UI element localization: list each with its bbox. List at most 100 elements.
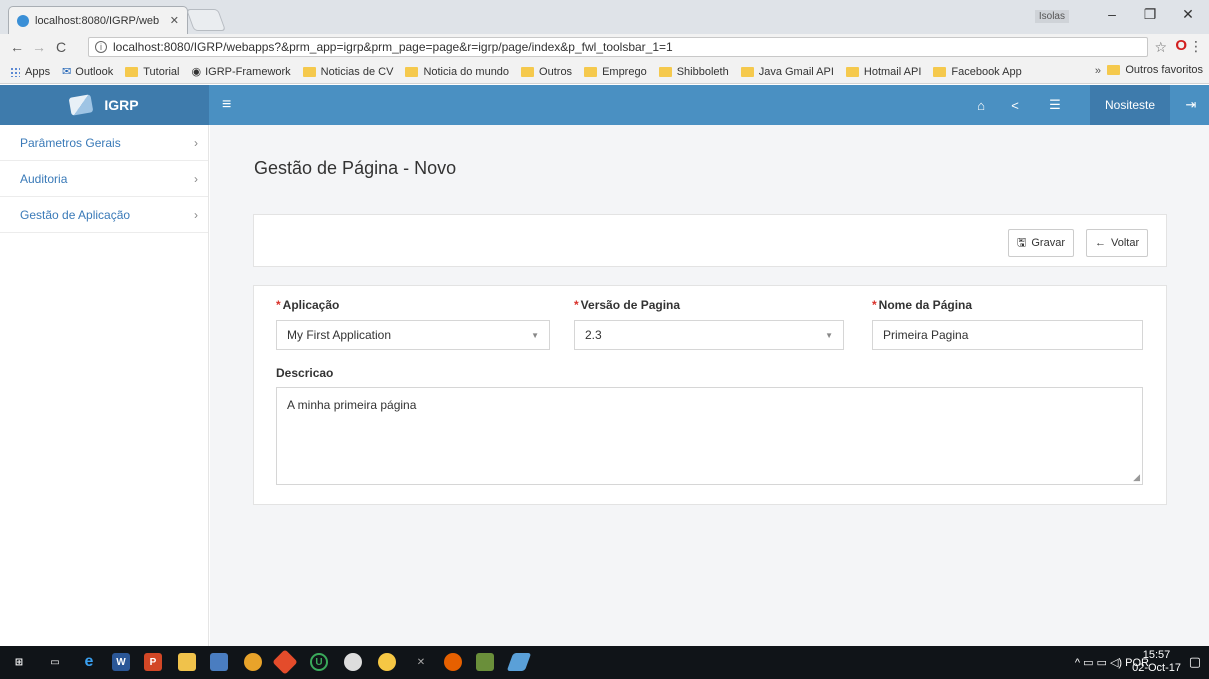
browser-tab[interactable]: localhost:8080/IGRP/web ✕ xyxy=(8,6,188,34)
gimp-icon[interactable] xyxy=(378,653,396,671)
bookmark-noticias-cv[interactable]: Noticias de CV xyxy=(302,66,393,78)
folder-icon xyxy=(521,66,535,77)
aplicacao-label: * Aplicação xyxy=(276,298,340,312)
bookmarks-overflow-icon[interactable]: » xyxy=(1095,65,1101,77)
url-text: localhost:8080/IGRP/webapps?&prm_app=igr… xyxy=(113,40,673,54)
folder-icon xyxy=(740,66,754,77)
back-button[interactable]: ← Voltar xyxy=(1086,229,1149,257)
firefox-icon[interactable] xyxy=(444,653,462,671)
bookmark-java-gmail[interactable]: Java Gmail API xyxy=(740,66,834,78)
bookmark-apps[interactable]: Apps xyxy=(10,66,50,78)
sidebar-item-parametros-gerais[interactable]: Parâmetros Gerais › xyxy=(0,125,208,161)
network-icon[interactable] xyxy=(210,653,228,671)
bookmark-noticia-mundo[interactable]: Noticia do mundo xyxy=(405,66,509,78)
new-tab-button[interactable] xyxy=(185,9,227,31)
chrome-icon[interactable] xyxy=(244,653,262,671)
bookmark-outros[interactable]: Outros xyxy=(521,66,572,78)
folder-icon xyxy=(1107,65,1121,75)
sidebar-item-label: Auditoria xyxy=(20,171,68,186)
user-menu[interactable]: Nositeste xyxy=(1090,85,1170,125)
tab-title: localhost:8080/IGRP/web xyxy=(35,14,160,27)
chevron-right-icon: › xyxy=(194,171,198,186)
restore-icon[interactable]: ❐ xyxy=(1135,6,1165,23)
bookmark-emprego[interactable]: Emprego xyxy=(584,66,647,78)
folder-icon xyxy=(845,66,859,77)
brand-name: IGRP xyxy=(104,97,139,113)
upwork-icon[interactable]: U xyxy=(310,653,328,671)
sidebar-item-label: Gestão de Aplicação xyxy=(20,207,131,222)
menu-kebab-icon[interactable]: ⋮ xyxy=(1189,38,1203,55)
resize-grip-icon[interactable]: ◢ xyxy=(1133,472,1140,483)
minimize-icon[interactable]: – xyxy=(1097,6,1127,22)
caret-down-icon: ▼ xyxy=(531,331,539,340)
task-view-icon[interactable]: ▭ xyxy=(46,653,64,671)
powerpoint-icon[interactable]: P xyxy=(144,653,162,671)
hamburger-menu-icon[interactable]: ≡ xyxy=(222,96,231,114)
descricao-textarea[interactable]: A minha primeira página ◢ xyxy=(276,387,1143,485)
bookmark-shibboleth[interactable]: Shibboleth xyxy=(658,66,729,78)
word-icon[interactable]: W xyxy=(112,653,130,671)
folder-icon xyxy=(405,66,419,77)
app-header: IGRP ≡ ⌂ < ☰ Nositeste ⇥ xyxy=(0,85,1209,125)
forward-arrow-icon[interactable]: → xyxy=(28,39,50,55)
paint-icon[interactable] xyxy=(506,653,532,671)
bookmark-star-icon[interactable]: ☆ xyxy=(1154,39,1167,56)
folder-icon xyxy=(125,66,139,77)
bookmark-hotmail[interactable]: Hotmail API xyxy=(845,66,921,78)
folder-icon xyxy=(302,66,316,77)
share-icon[interactable]: < xyxy=(1000,85,1030,125)
back-arrow-icon[interactable]: ← xyxy=(6,39,28,55)
chevron-right-icon: › xyxy=(194,135,198,150)
opera-extension-icon[interactable]: O xyxy=(1175,37,1187,54)
sidebar-item-label: Parâmetros Gerais xyxy=(20,135,121,150)
browser-user-badge[interactable]: Isolas xyxy=(1034,10,1069,23)
url-input[interactable]: i localhost:8080/IGRP/webapps?&prm_app=i… xyxy=(88,37,1148,57)
folder-icon xyxy=(933,66,947,77)
bookmark-outlook[interactable]: ✉ Outlook xyxy=(62,65,113,79)
sidebar: Parâmetros Gerais › Auditoria › Gestão d… xyxy=(0,125,209,646)
tool-icon[interactable]: ✕ xyxy=(412,653,430,671)
close-window-icon[interactable]: ✕ xyxy=(1173,6,1203,23)
home-icon[interactable]: ⌂ xyxy=(966,85,996,125)
brand[interactable]: IGRP xyxy=(0,85,209,125)
toolbar-panel: 🖫 Gravar ← Voltar xyxy=(253,214,1167,267)
game-icon[interactable] xyxy=(476,653,494,671)
notifications-icon[interactable]: ▢ xyxy=(1189,654,1201,670)
list-icon[interactable]: ☰ xyxy=(1040,85,1070,125)
aplicacao-select[interactable]: My First Application ▼ xyxy=(276,320,550,350)
nome-label: * Nome da Página xyxy=(872,298,973,312)
reload-icon[interactable]: C xyxy=(50,39,72,55)
versao-select[interactable]: 2.3 ▼ xyxy=(574,320,844,350)
clock[interactable]: 15:57 02-Oct-17 xyxy=(1132,649,1181,675)
igrp-logo-icon xyxy=(68,94,94,116)
sidebar-item-auditoria[interactable]: Auditoria › xyxy=(0,161,208,197)
logout-icon[interactable]: ⇥ xyxy=(1176,85,1206,125)
sidebar-item-gestao-aplicacao[interactable]: Gestão de Aplicação › xyxy=(0,197,208,233)
info-icon[interactable]: i xyxy=(95,41,107,53)
windows-start-icon[interactable]: ⊞ xyxy=(10,653,28,671)
folder-icon xyxy=(658,66,672,77)
edge-icon[interactable]: e xyxy=(80,653,98,671)
bookmark-tutorial[interactable]: Tutorial xyxy=(125,66,180,78)
main-content: Gestão de Página - Novo 🖫 Gravar ← Volta… xyxy=(210,125,1209,646)
bookmark-igrp-framework[interactable]: ◉ IGRP-Framework xyxy=(191,65,291,79)
site-favicon-icon xyxy=(17,14,29,27)
required-marker: * xyxy=(574,298,579,312)
descricao-label: Descricao xyxy=(276,366,334,380)
bookmarks-bar: Apps ✉ Outlook Tutorial ◉ IGRP-Framework N… xyxy=(0,60,1209,84)
save-button[interactable]: 🖫 Gravar xyxy=(1008,229,1074,257)
arrow-left-icon: ← xyxy=(1095,237,1106,249)
bookmark-facebook-app[interactable]: Facebook App xyxy=(933,66,1022,78)
folder-icon xyxy=(584,66,598,77)
nome-input[interactable]: Primeira Pagina xyxy=(872,320,1143,350)
app-icon[interactable] xyxy=(344,653,362,671)
page-title: Gestão de Página - Novo xyxy=(254,158,457,178)
github-icon: ◉ xyxy=(191,66,202,78)
bookmark-other-favorites[interactable]: Outros favoritos xyxy=(1107,64,1203,76)
git-icon[interactable] xyxy=(272,649,298,675)
apps-grid-icon xyxy=(10,66,20,77)
file-explorer-icon[interactable] xyxy=(178,653,196,671)
floppy-disk-icon: 🖫 xyxy=(1017,236,1027,249)
tab-close-icon[interactable]: ✕ xyxy=(170,14,179,27)
address-bar-row: ← → C i localhost:8080/IGRP/webapps?&prm… xyxy=(0,34,1209,60)
